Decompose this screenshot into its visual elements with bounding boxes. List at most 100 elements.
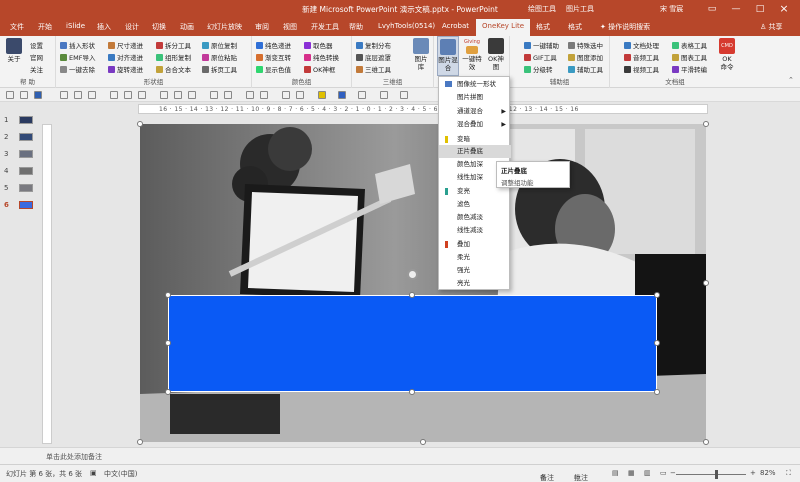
group-copy-button[interactable]: 组形复制 [156, 52, 191, 62]
resize-handle[interactable] [165, 389, 171, 395]
zoom-level[interactable]: 82% [760, 469, 776, 477]
share-button[interactable]: ♙ 共享 [760, 22, 783, 32]
split-tool-button[interactable]: 拆分工具 [156, 40, 191, 50]
smooth-transition-button[interactable]: 平滑转编 [672, 64, 707, 74]
notes-pane[interactable]: 单击此处添加备注 [0, 447, 800, 464]
resize-handle[interactable] [654, 292, 660, 298]
zoom-out-icon[interactable]: − [670, 469, 676, 477]
resize-handle[interactable] [137, 439, 143, 445]
resize-handle[interactable] [703, 280, 709, 286]
resize-handle[interactable] [165, 292, 171, 298]
menu-item-puzzle[interactable]: 图片拼图 [439, 91, 511, 104]
submenu-item-adjust[interactable]: 调整组功能 [501, 177, 534, 187]
in-place-paste-button[interactable]: 原位粘贴 [202, 52, 237, 62]
menu-item-screen[interactable]: 滤色 [439, 198, 511, 211]
tab-design[interactable]: 设计 [125, 22, 139, 32]
one-key-remove-button[interactable]: 一键去除 [60, 64, 95, 74]
print-icon[interactable] [88, 91, 96, 99]
resize-handle[interactable] [703, 439, 709, 445]
redo-icon[interactable] [20, 91, 28, 99]
align-left-icon[interactable] [160, 91, 168, 99]
align-step-button[interactable]: 对齐递进 [108, 52, 143, 62]
align-center-icon[interactable] [174, 91, 182, 99]
menu-item-linear-dodge[interactable]: 线性减淡 [439, 224, 511, 237]
tab-transitions[interactable]: 切换 [152, 22, 166, 32]
fill-color-icon[interactable] [318, 91, 326, 99]
picture-blend-button[interactable]: 图片混合 [437, 36, 459, 76]
tab-onekey-lite[interactable]: OneKey Lite [476, 19, 531, 36]
tab-insert[interactable]: 插入 [97, 22, 111, 32]
slide-thumbnail[interactable] [19, 116, 33, 124]
audio-tool-button[interactable]: 音频工具 [624, 52, 659, 62]
language-indicator[interactable]: 中文(中国) [104, 469, 137, 479]
resize-handle[interactable] [654, 389, 660, 395]
tab-lvyhtools[interactable]: LvyhTools(0514) [378, 22, 435, 30]
undo-icon[interactable] [6, 91, 14, 99]
submenu-item-multiply[interactable]: 正片叠底 [501, 165, 527, 175]
paste-icon[interactable] [138, 91, 146, 99]
rotate-icon[interactable] [246, 91, 254, 99]
outline-icon[interactable] [358, 91, 366, 99]
one-key-aux-button[interactable]: 一键辅助 [524, 40, 559, 50]
size-step-button[interactable]: 尺寸递进 [108, 40, 143, 50]
tab-file[interactable]: 文件 [10, 22, 24, 32]
minimize-icon[interactable]: — [724, 0, 748, 18]
tab-help[interactable]: 帮助 [349, 22, 363, 32]
flip-icon[interactable] [260, 91, 268, 99]
menu-item-hard-light[interactable]: 强光 [439, 264, 511, 277]
tab-review[interactable]: 审阅 [255, 22, 269, 32]
split-page-button[interactable]: 拆页工具 [202, 64, 237, 74]
tell-me-search[interactable]: ✦ 操作说明搜索 [600, 22, 650, 32]
gif-tool-button[interactable]: GIF工具 [524, 52, 557, 62]
shape-icon[interactable] [282, 91, 290, 99]
solid-step-button[interactable]: 纯色递进 [256, 40, 291, 50]
slide-thumbnail[interactable] [19, 150, 33, 158]
group-icon[interactable] [224, 91, 232, 99]
copy-distribute-button[interactable]: 复制分布 [356, 40, 391, 50]
insert-shape-button[interactable]: 插入形状 [60, 40, 95, 50]
rotate-handle-icon[interactable] [407, 269, 418, 280]
menu-item-unify-shape[interactable]: 图像统一形状 [439, 78, 511, 91]
slide-thumbnail[interactable] [19, 167, 33, 175]
new-icon[interactable] [60, 91, 68, 99]
grade-convert-button[interactable]: 分级转 [524, 64, 553, 74]
gradient-convert-button[interactable]: 渐变互转 [256, 52, 291, 62]
save-icon[interactable] [34, 91, 42, 99]
copy-icon[interactable] [124, 91, 132, 99]
tab-view[interactable]: 视图 [283, 22, 297, 32]
tab-home[interactable]: 开始 [38, 22, 52, 32]
normal-view-icon[interactable]: ▤ [612, 469, 619, 477]
tab-animations[interactable]: 动画 [180, 22, 194, 32]
merge-text-button[interactable]: 合合文本 [156, 64, 191, 74]
spellcheck-icon[interactable]: ▣ [90, 469, 97, 477]
slide-thumbnail[interactable] [19, 133, 33, 141]
resize-handle[interactable] [703, 121, 709, 127]
collapse-ribbon-icon[interactable]: ⌃ [788, 76, 794, 84]
eyedropper-button[interactable]: 取色器 [304, 40, 333, 50]
ok-show-button[interactable]: OK神图 [485, 38, 507, 71]
resize-handle[interactable] [409, 389, 415, 395]
about-button[interactable]: 关于 [4, 38, 24, 63]
special-select-button[interactable]: 特殊选中 [568, 40, 603, 50]
ok-command-button[interactable]: CMD OK 命令 [716, 38, 738, 71]
menu-item-color-dodge[interactable]: 颜色减淡 [439, 211, 511, 224]
zoom-in-icon[interactable]: + [750, 469, 756, 477]
menu-item-vivid-light[interactable]: 亮光 [439, 277, 511, 290]
resize-handle[interactable] [654, 340, 660, 346]
tab-islide[interactable]: iSlide [66, 22, 85, 30]
ok-frame-button[interactable]: OK神框 [304, 64, 335, 74]
menu-item-overlay[interactable]: 叠加 [439, 238, 511, 251]
resize-handle[interactable] [165, 340, 171, 346]
picture-icon[interactable] [380, 91, 388, 99]
website-button[interactable]: 官网 [30, 52, 43, 62]
text-box-icon[interactable] [296, 91, 304, 99]
font-color-icon[interactable] [338, 91, 346, 99]
menu-item-multiply[interactable]: 正片叠底 [439, 145, 511, 158]
align-right-icon[interactable] [188, 91, 196, 99]
follow-button[interactable]: 关注 [30, 64, 43, 74]
slide-thumbnail[interactable] [19, 184, 33, 192]
zoom-slider-thumb[interactable] [715, 470, 718, 479]
chart-tool-button[interactable]: 图表工具 [672, 52, 707, 62]
in-place-copy-button[interactable]: 原位复制 [202, 40, 237, 50]
selected-blue-rectangle[interactable] [168, 295, 657, 392]
